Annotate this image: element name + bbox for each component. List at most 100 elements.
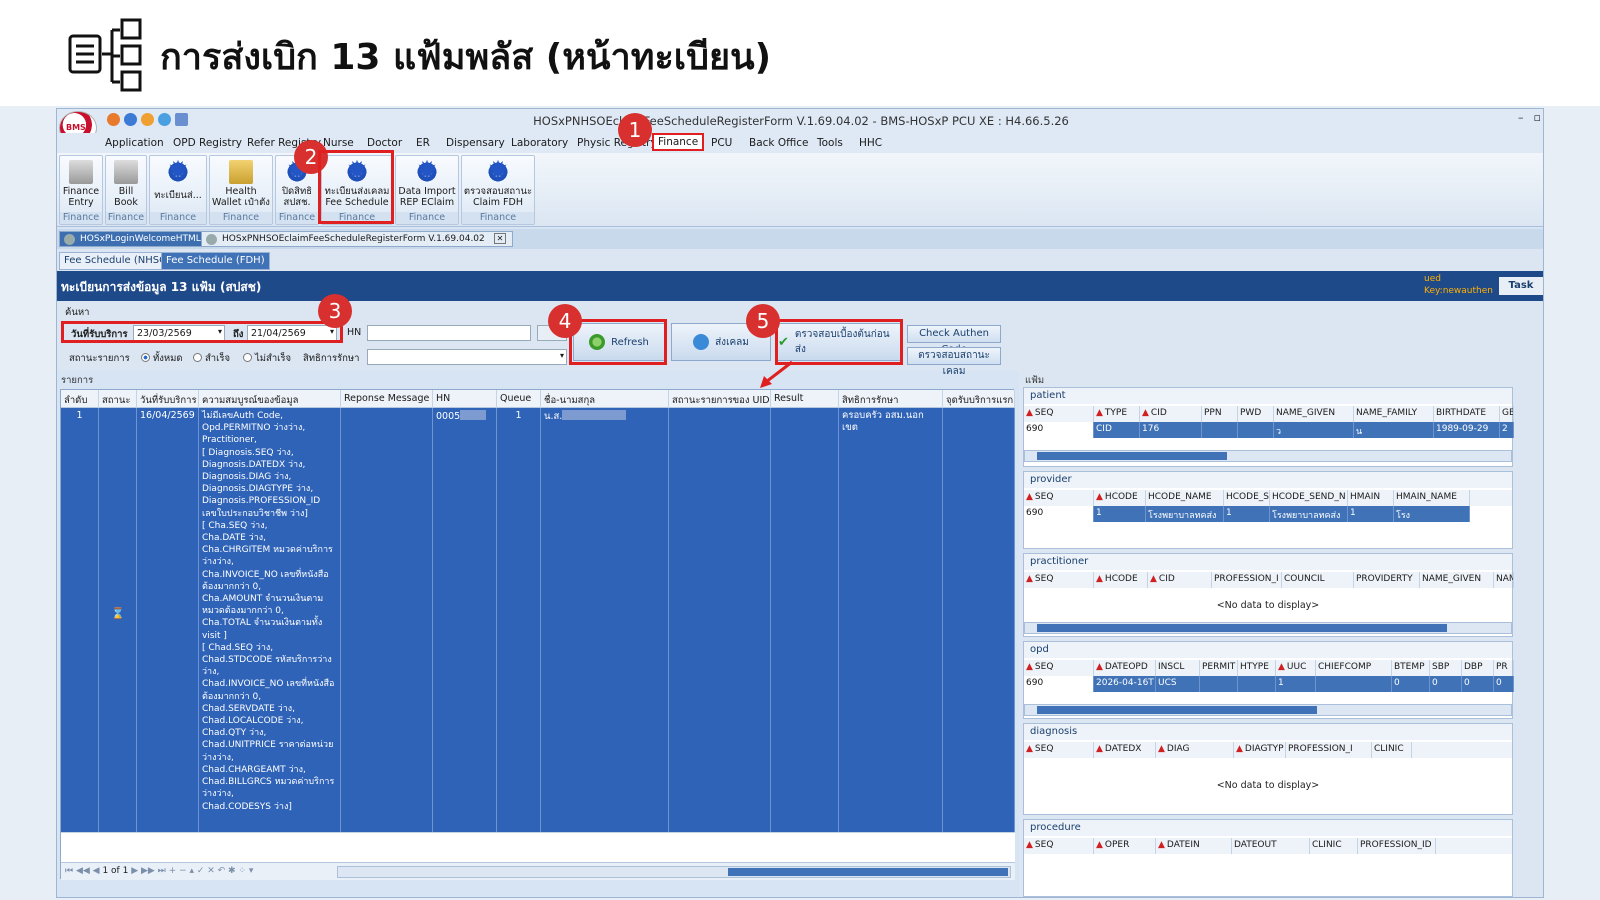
quick-icon-5[interactable]	[175, 113, 188, 126]
cell-completeness: ไม่มีเลขAuth Code, Opd.PERMITNO ว่างว่าง…	[199, 408, 341, 832]
minimize-button[interactable]: –	[1518, 111, 1524, 124]
scrollbar-thumb[interactable]	[728, 868, 1008, 876]
horizontal-scrollbar[interactable]	[1024, 704, 1512, 716]
col-no[interactable]: ลำดับ	[61, 390, 99, 408]
data-import-button[interactable]: Data Import REP EClaim Finance	[395, 155, 459, 225]
section-header: ▲ SEQ ▲ HCODE HCODE_NAME HCODE_S HCODE_SEN…	[1024, 490, 1512, 506]
warning-icon: ▲	[1096, 840, 1103, 850]
table-row[interactable]: 690 1 โรงพยาบาลทคส่ง 1 โรงพยาบาลทคส่ง 1 …	[1024, 506, 1512, 522]
menu-back-office[interactable]: Back Office	[745, 136, 812, 150]
hn-input[interactable]	[367, 325, 531, 341]
check-authen-code-button[interactable]: Check Authen Code	[907, 325, 1001, 355]
grid-header: ลำดับ สถานะ วันที่รับบริการ ความสมบูรณ์ข…	[61, 390, 1015, 408]
menu-finance[interactable]: Finance	[652, 133, 705, 151]
warning-icon: ▲	[1096, 744, 1103, 754]
cell-queue: 1	[497, 408, 541, 832]
claims-grid: ลำดับ สถานะ วันที่รับบริการ ความสมบูรณ์ข…	[60, 389, 1015, 880]
status-label: สถานะรายการ	[69, 353, 130, 364]
warning-icon: ▲	[1150, 574, 1157, 584]
quick-icon-3[interactable]	[141, 113, 154, 126]
tab-icon	[64, 234, 75, 245]
home-icon[interactable]	[124, 113, 137, 126]
warning-icon: ▲	[1026, 744, 1033, 754]
maximize-button[interactable]: ▫	[1534, 111, 1541, 124]
table-row[interactable]: 690 CID 176 ว น 1989-09-29 2	[1024, 422, 1514, 438]
col-response-message[interactable]: Reponse Message	[341, 390, 433, 408]
table-row[interactable]: 1 ⌛ 16/04/2569 ไม่มีเลขAuth Code, Opd.PE…	[61, 408, 1015, 832]
horizontal-scrollbar[interactable]	[1024, 622, 1512, 634]
window-controls: – ▫	[1518, 111, 1541, 124]
diagnosis-section: diagnosis ▲ SEQ ▲ DATEDX ▲ DIAG ▲ DIAGTYP PR…	[1023, 723, 1513, 815]
pager-nav-icons[interactable]: ⏮ ◀◀ ◀	[65, 866, 102, 876]
menu-laboratory[interactable]: Laboratory	[507, 136, 572, 150]
tab-fee-schedule-form[interactable]: HOSxPNHSOEclaimFeeScheduleRegisterForm V…	[201, 231, 514, 247]
highlight-precheck	[775, 319, 903, 365]
scrollbar-thumb[interactable]	[1037, 624, 1447, 632]
menu-doctor[interactable]: Doctor	[363, 136, 406, 150]
radio-icon[interactable]	[193, 353, 202, 362]
horizontal-scrollbar[interactable]	[337, 866, 1011, 878]
col-first-service-point[interactable]: จุดรับบริการแรก	[943, 390, 1015, 408]
table-row[interactable]: 690 2026-04-16T UCS 1 0 0 0 0	[1024, 676, 1514, 692]
claim-register-button[interactable]: ทะเบียนส่... Finance	[149, 155, 207, 225]
section-header: ▲ SEQ ▲ HCODE ▲ CID PROFESSION_I COUNCIL PR…	[1024, 572, 1514, 588]
user-info: ued Key:newauthen	[1424, 274, 1493, 296]
no-data-message: <No data to display>	[1216, 780, 1320, 791]
col-service-date[interactable]: วันที่รับบริการ	[137, 390, 199, 408]
health-wallet-button[interactable]: Health Wallet เป๋าตัง Finance	[209, 155, 273, 225]
cell-hn: 0005	[433, 408, 497, 832]
radio-all[interactable]: ทั้งหมด	[141, 351, 183, 366]
section-title: provider	[1024, 472, 1512, 488]
search-group-label: ค้นหา	[65, 307, 90, 318]
horizontal-scrollbar[interactable]	[1024, 450, 1512, 462]
files-panel: แฟ้ม patient ▲ SEQ ▲ TYPE ▲ CID PPN PWD NAM…	[1019, 371, 1543, 897]
highlight-refresh	[569, 319, 667, 365]
pager-nav-icons[interactable]: ▶ ▶▶ ⏭ + − ▴ ✓ ✕ ↶ ✱ ⁘ ▾	[131, 866, 253, 876]
menu-dispensary[interactable]: Dispensary	[442, 136, 509, 150]
col-status[interactable]: สถานะ	[99, 390, 137, 408]
claim-fdh-button[interactable]: ตรวจสอบสถานะ Claim FDH Finance	[461, 155, 535, 225]
radio-icon[interactable]	[243, 353, 252, 362]
task-button[interactable]: Task	[1499, 277, 1543, 295]
treatment-right-select[interactable]: ▾	[367, 349, 567, 365]
book-icon	[229, 160, 253, 184]
bill-book-button[interactable]: Bill Book Finance	[105, 155, 147, 225]
radio-fail[interactable]: ไม่สำเร็จ	[243, 351, 291, 366]
pager-text: 1 of 1	[102, 866, 129, 876]
radio-success[interactable]: สำเร็จ	[193, 351, 230, 366]
menu-opd-registry[interactable]: OPD Registry	[169, 136, 246, 150]
menu-hhc[interactable]: HHC	[855, 136, 886, 150]
section-header: ▲ SEQ ▲ OPER ▲ DATEIN DATEOUT CLINIC PROFES…	[1024, 838, 1512, 854]
menu-er[interactable]: ER	[412, 136, 434, 150]
chevron-down-icon[interactable]: ▾	[560, 351, 564, 360]
tab-fee-schedule-nhso[interactable]: Fee Schedule (NHSO)	[59, 252, 176, 270]
col-uid-status[interactable]: สถานะรายการของ UID	[669, 390, 771, 408]
menu-pcu[interactable]: PCU	[707, 136, 736, 150]
col-completeness[interactable]: ความสมบูรณ์ของข้อมูล	[199, 390, 341, 408]
close-icon[interactable]: ✕	[493, 233, 507, 244]
cell-service-date: 16/04/2569	[137, 408, 199, 832]
tab-fee-schedule-fdh[interactable]: Fee Schedule (FDH)	[161, 252, 270, 270]
radio-icon[interactable]	[141, 353, 150, 362]
scrollbar-thumb[interactable]	[1037, 706, 1317, 714]
col-treatment-right[interactable]: สิทธิการรักษา	[839, 390, 943, 408]
provider-section: provider ▲ SEQ ▲ HCODE HCODE_NAME HCODE_S …	[1023, 471, 1513, 549]
check-claim-status-button[interactable]: ตรวจสอบสถานะเคลม	[907, 347, 1001, 377]
cell-first-service-point	[943, 408, 1015, 832]
warning-icon: ▲	[1026, 840, 1033, 850]
menu-application[interactable]: Application	[101, 136, 168, 150]
warning-icon: ▲	[1026, 408, 1033, 418]
col-queue[interactable]: Queue	[497, 390, 541, 408]
quick-icon-4[interactable]	[158, 113, 171, 126]
col-hn[interactable]: HN	[433, 390, 497, 408]
cell-name: น.ส.	[541, 408, 669, 832]
hourglass-icon: ⌛	[111, 607, 125, 620]
finance-entry-button[interactable]: Finance Entry Finance	[59, 155, 103, 225]
col-result[interactable]: Result	[771, 390, 839, 408]
quick-icon-1[interactable]	[107, 113, 120, 126]
col-name[interactable]: ชื่อ-นามสกุล	[541, 390, 669, 408]
menu-tools[interactable]: Tools	[813, 136, 847, 150]
warning-icon: ▲	[1026, 574, 1033, 584]
scrollbar-thumb[interactable]	[1037, 452, 1227, 460]
search-panel: ค้นหา วันที่รับบริการ 23/03/2569 ▾ ถึง 2…	[57, 301, 1543, 377]
